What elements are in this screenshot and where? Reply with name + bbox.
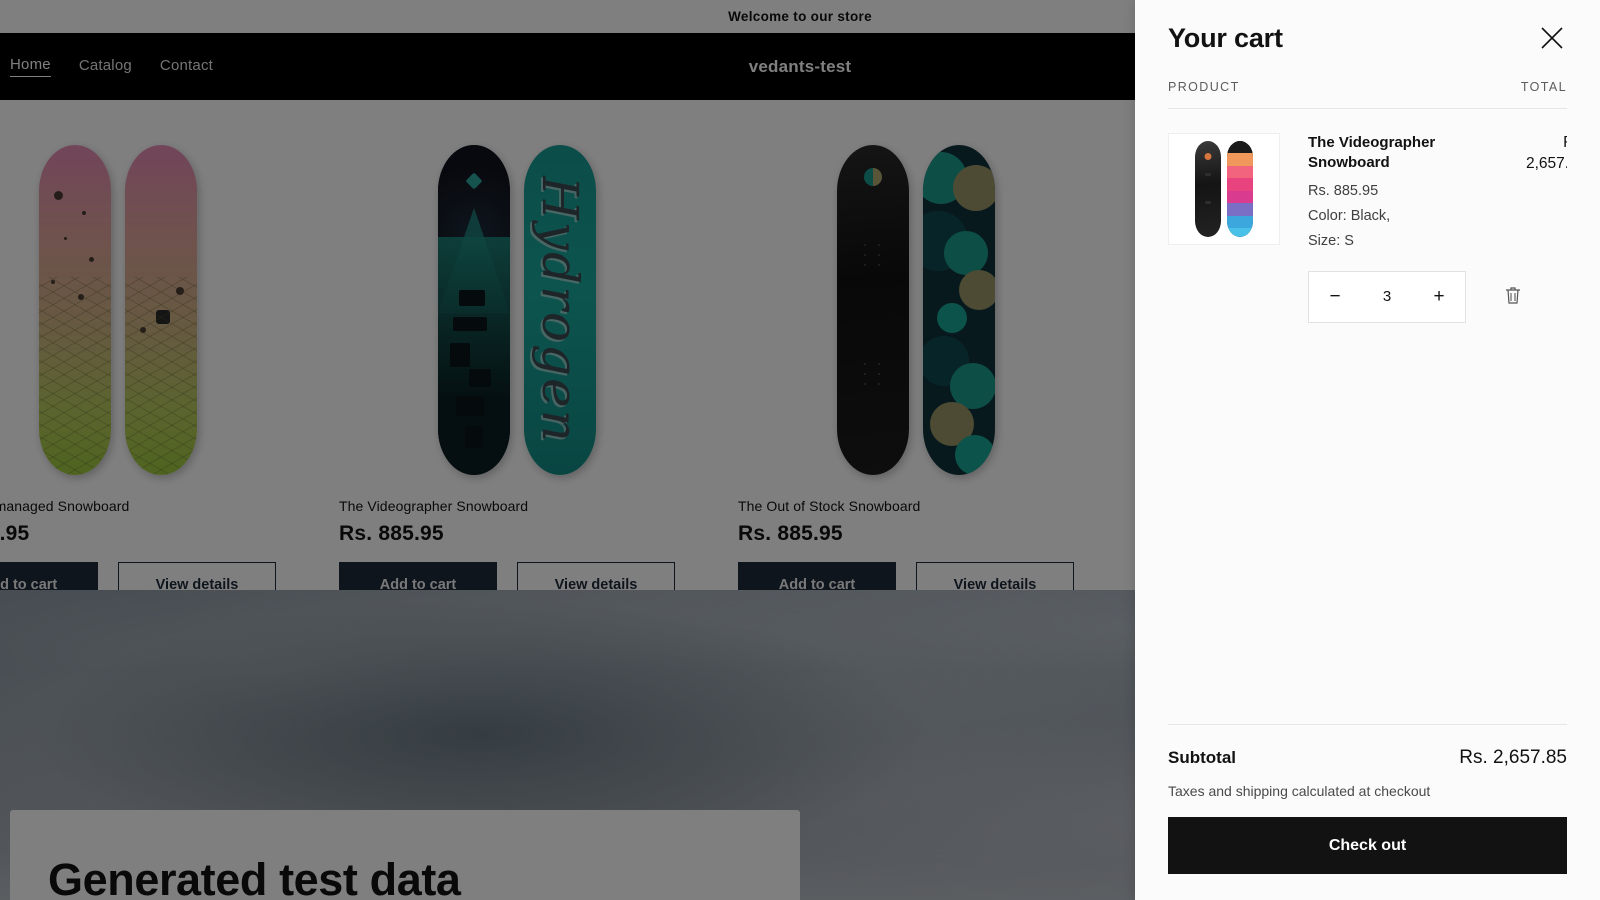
cart-item-title[interactable]: The Videographer Snowboard bbox=[1308, 133, 1458, 174]
cart-item-line-total: Rs. 2,657.85 bbox=[1526, 134, 1567, 172]
cart-line-item: The Videographer Snowboard Rs. 885.95 Co… bbox=[1168, 109, 1567, 323]
cart-column-headers: PRODUCT TOTAL bbox=[1135, 58, 1600, 108]
cart-title: Your cart bbox=[1168, 22, 1283, 53]
subtotal-value: Rs. 2,657.85 bbox=[1459, 747, 1567, 768]
trash-icon bbox=[1506, 287, 1520, 304]
increase-quantity-button[interactable]: + bbox=[1413, 272, 1465, 322]
thumbnail-board-front bbox=[1195, 141, 1221, 237]
cart-item-details: The Videographer Snowboard Rs. 885.95 Co… bbox=[1280, 133, 1526, 323]
close-icon bbox=[1541, 27, 1563, 49]
remove-item-button[interactable] bbox=[1500, 281, 1526, 312]
cart-item-quantity-row: − 3 + bbox=[1308, 270, 1526, 323]
screen: Welcome to our store Home Catalog Contac… bbox=[0, 0, 1600, 900]
quantity-value[interactable]: 3 bbox=[1361, 288, 1413, 305]
column-header-product: PRODUCT bbox=[1168, 80, 1240, 94]
cart-item-unit-price: Rs. 885.95 bbox=[1308, 182, 1379, 199]
cart-overlay-backdrop[interactable] bbox=[0, 0, 1135, 900]
cart-items-list: The Videographer Snowboard Rs. 885.95 Co… bbox=[1168, 108, 1567, 724]
column-header-total: TOTAL bbox=[1520, 80, 1567, 94]
cart-item-option-size: Size: S bbox=[1308, 232, 1354, 249]
checkout-button[interactable]: Check out bbox=[1168, 817, 1567, 874]
subtotal-row: Subtotal Rs. 2,657.85 bbox=[1168, 747, 1567, 769]
quantity-stepper[interactable]: − 3 + bbox=[1308, 270, 1466, 323]
thumbnail-board-back bbox=[1227, 141, 1253, 237]
cart-footer: Subtotal Rs. 2,657.85 Taxes and shipping… bbox=[1168, 724, 1567, 900]
cart-item-thumbnail[interactable] bbox=[1168, 133, 1280, 245]
tax-shipping-note: Taxes and shipping calculated at checkou… bbox=[1168, 783, 1431, 799]
close-cart-button[interactable] bbox=[1532, 18, 1572, 58]
decrease-quantity-button[interactable]: − bbox=[1309, 272, 1361, 322]
cart-drawer: Your cart PRODUCT TOTAL The Videographer… bbox=[1135, 0, 1600, 900]
cart-header: Your cart bbox=[1135, 0, 1600, 58]
cart-item-option-color: Color: Black, bbox=[1308, 207, 1391, 224]
subtotal-label: Subtotal bbox=[1168, 748, 1236, 767]
